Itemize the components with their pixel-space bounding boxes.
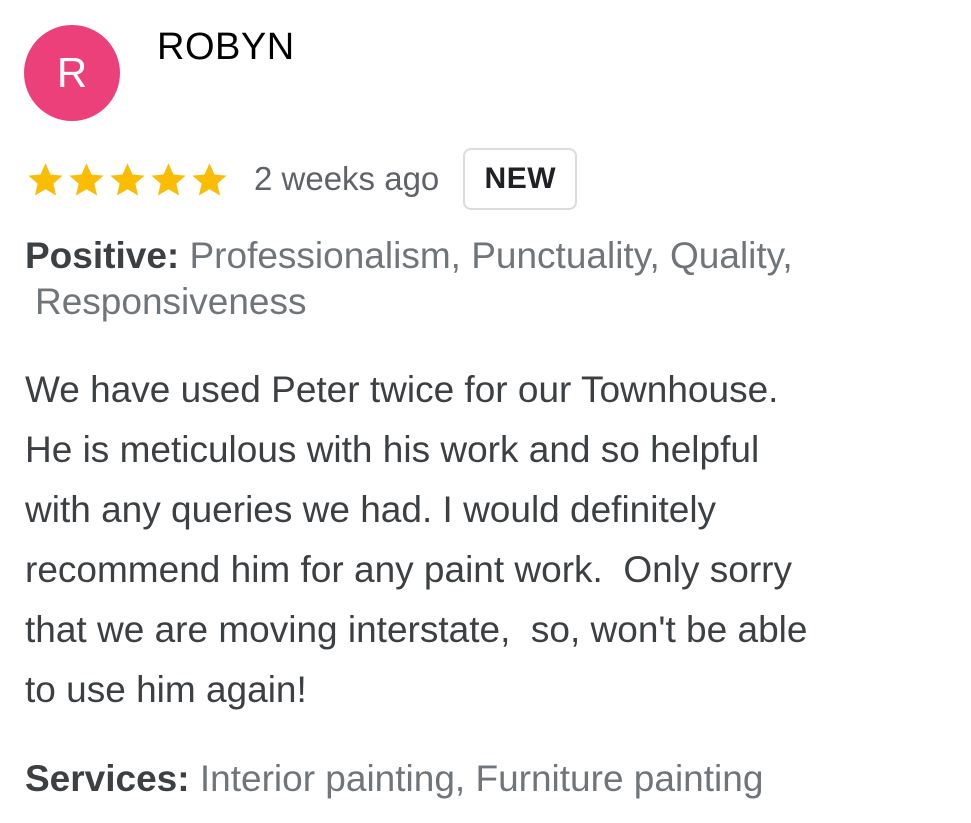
review-text-line: that we are moving interstate, so, won't… [25, 609, 808, 650]
review-text: We have used Peter twice for our Townhou… [25, 360, 955, 720]
avatar-initial: R [56, 49, 88, 96]
review-text-line: recommend him for any paint work. Only s… [25, 549, 792, 590]
review-text-line: to use him again! [25, 669, 307, 710]
positive-attributes: Positive: Professionalism, Punctuality, … [25, 233, 955, 325]
services-value: Interior painting, Furniture painting [199, 758, 764, 799]
review-date: 2 weeks ago [254, 160, 440, 197]
star-icon [192, 162, 227, 196]
star-icon [110, 162, 145, 196]
positive-values-line1: Professionalism, Punctuality, Quality, [189, 235, 793, 276]
new-badge: NEW [463, 148, 578, 210]
star-icon [69, 162, 104, 196]
services-label: Services: [25, 758, 190, 799]
review-meta: 2 weeks ago NEW [25, 146, 578, 212]
services: Services: Interior painting, Furniture p… [25, 752, 955, 806]
star-icon [151, 162, 186, 196]
star-icon [28, 162, 63, 196]
positive-label: Positive: [25, 235, 180, 276]
review-text-line: with any queries we had. I would definit… [25, 489, 717, 530]
review-card: R ROBYN 2 weeks ago NEW Positive: Profes… [0, 0, 971, 823]
avatar[interactable]: R [24, 25, 120, 121]
review-text-line: We have used Peter twice for our Townhou… [25, 369, 779, 410]
positive-values-line2: Responsiveness [35, 281, 307, 322]
reviewer-name[interactable]: ROBYN [157, 26, 295, 69]
star-rating [25, 159, 230, 200]
review-text-line: He is meticulous with his work and so he… [25, 429, 760, 470]
